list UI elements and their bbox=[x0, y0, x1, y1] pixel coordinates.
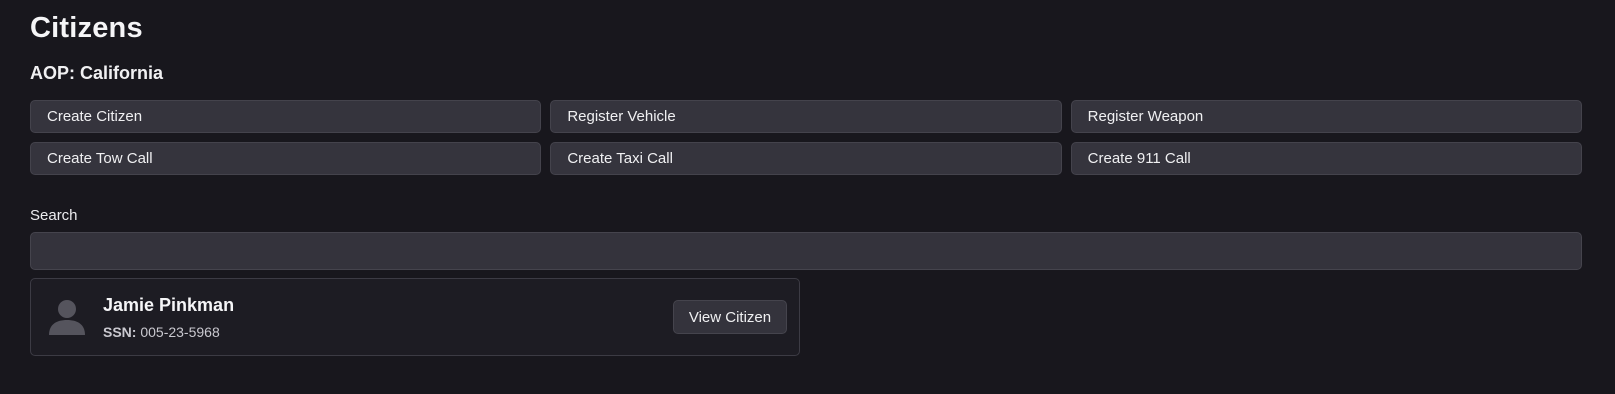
citizen-card: Jamie Pinkman SSN: 005-23-5968 View Citi… bbox=[30, 278, 800, 356]
create-citizen-button[interactable]: Create Citizen bbox=[30, 100, 542, 133]
citizen-name: Jamie Pinkman bbox=[103, 295, 235, 315]
create-911-call-button[interactable]: Create 911 Call bbox=[1070, 142, 1582, 175]
ssn-value: 005-23-5968 bbox=[140, 324, 220, 340]
user-avatar-icon bbox=[49, 300, 85, 335]
search-label: Search bbox=[30, 207, 78, 224]
action-buttons-grid: Create Citizen Register Vehicle Register… bbox=[30, 100, 1582, 175]
register-weapon-button[interactable]: Register Weapon bbox=[1070, 100, 1582, 133]
page-title: Citizens bbox=[30, 12, 143, 44]
view-citizen-button[interactable]: View Citizen bbox=[673, 300, 787, 334]
create-tow-call-button[interactable]: Create Tow Call bbox=[30, 142, 542, 175]
search-input[interactable] bbox=[30, 232, 1582, 270]
citizens-page: Citizens AOP: California Create Citizen … bbox=[0, 0, 1615, 394]
create-taxi-call-button[interactable]: Create Taxi Call bbox=[550, 142, 1062, 175]
ssn-label: SSN: bbox=[103, 324, 137, 340]
citizen-ssn: SSN: 005-23-5968 bbox=[103, 324, 220, 340]
aop-label: AOP: California bbox=[30, 63, 164, 83]
register-vehicle-button[interactable]: Register Vehicle bbox=[550, 100, 1062, 133]
